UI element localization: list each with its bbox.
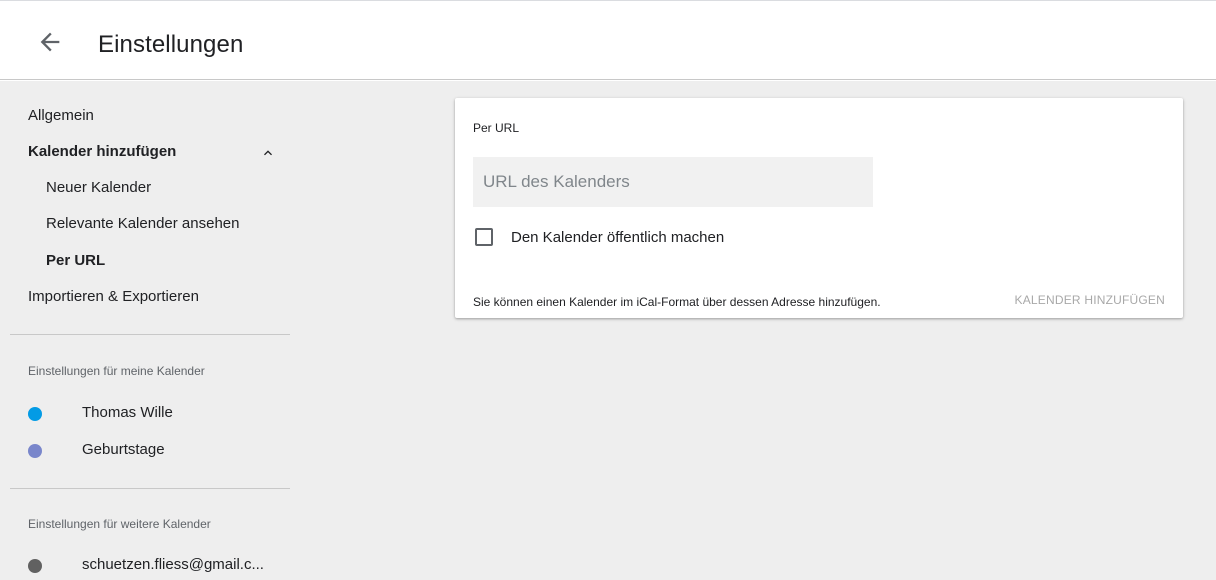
app-header: Einstellungen <box>0 8 1216 80</box>
settings-sidebar: Allgemein Kalender hinzufügen Neuer Kale… <box>0 81 310 580</box>
chevron-up-icon[interactable] <box>260 145 276 161</box>
sidebar-item-relevante-kalender[interactable]: Relevante Kalender ansehen <box>46 215 239 232</box>
sidebar-item-kalender-hinzufuegen[interactable]: Kalender hinzufügen <box>28 143 176 160</box>
sidebar-calendar-thomas-wille[interactable]: Thomas Wille <box>82 404 173 421</box>
arrow-back-icon <box>40 32 60 52</box>
settings-body: Allgemein Kalender hinzufügen Neuer Kale… <box>0 81 1216 580</box>
sidebar-item-neuer-kalender[interactable]: Neuer Kalender <box>46 179 151 196</box>
my-calendars-section-title: Einstellungen für meine Kalender <box>28 364 205 378</box>
sidebar-item-importieren-exportieren[interactable]: Importieren & Exportieren <box>28 288 199 305</box>
card-description: Sie können einen Kalender im iCal-Format… <box>473 295 881 309</box>
sidebar-item-per-url[interactable]: Per URL <box>46 252 105 269</box>
sidebar-divider <box>10 334 290 335</box>
page-title: Einstellungen <box>98 31 244 58</box>
back-button[interactable] <box>36 28 64 56</box>
calendar-color-dot <box>28 407 42 421</box>
public-checkbox-label[interactable]: Den Kalender öffentlich machen <box>511 229 724 246</box>
calendar-color-dot <box>28 444 42 458</box>
public-checkbox[interactable] <box>475 228 493 246</box>
calendar-url-input[interactable] <box>473 157 873 207</box>
sidebar-calendar-geburtstage[interactable]: Geburtstage <box>82 441 165 458</box>
top-border <box>0 0 1216 1</box>
sidebar-item-allgemein[interactable]: Allgemein <box>28 107 94 124</box>
other-calendars-section-title: Einstellungen für weitere Kalender <box>28 517 211 531</box>
calendar-color-dot <box>28 559 42 573</box>
sidebar-divider <box>10 488 290 489</box>
add-by-url-card: Per URL Den Kalender öffentlich machen S… <box>455 98 1183 318</box>
sidebar-calendar-schuetzen[interactable]: schuetzen.fliess@gmail.c... <box>82 556 264 573</box>
add-calendar-button[interactable]: KALENDER HINZUFÜGEN <box>985 285 1165 315</box>
card-title: Per URL <box>473 121 520 135</box>
